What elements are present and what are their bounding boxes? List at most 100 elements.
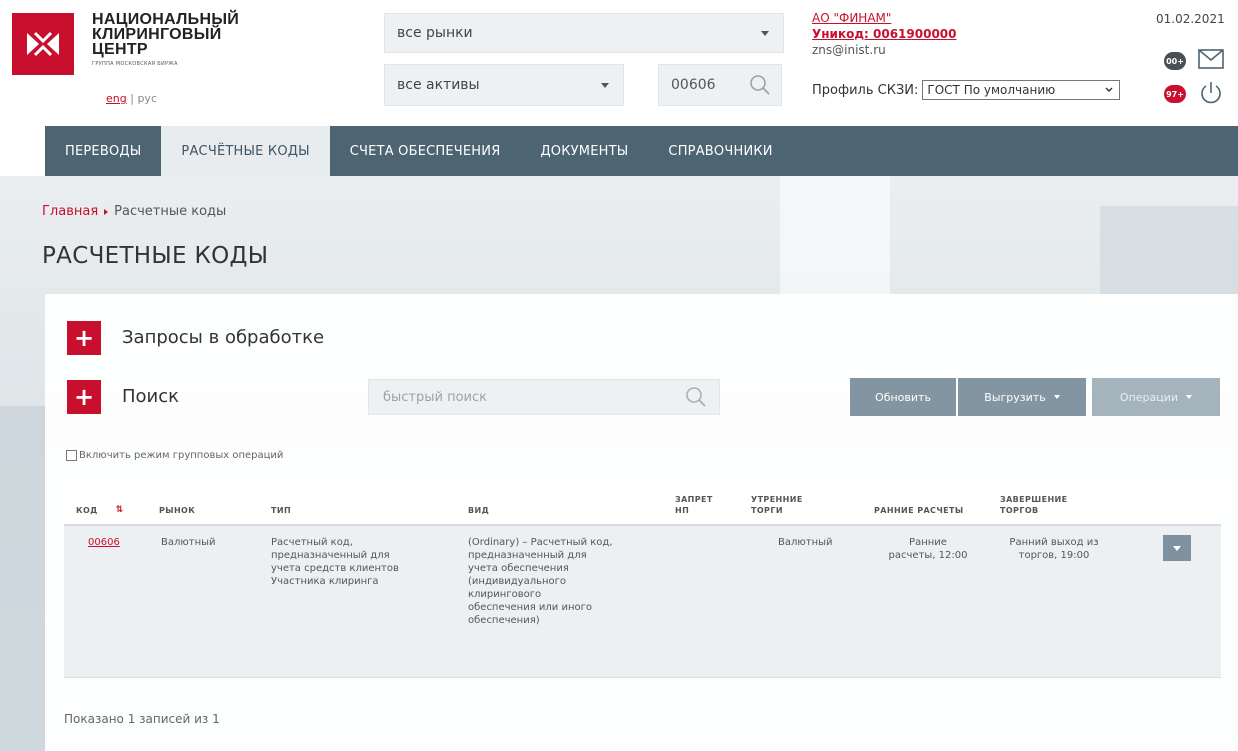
row-kind-line: клирингового: [468, 589, 542, 600]
col-header-close[interactable]: ЗАВЕРШЕНИЕ ТОРГОВ: [1000, 480, 1068, 524]
page-title: РАСЧЕТНЫЕ КОДЫ: [42, 243, 269, 269]
requests-section-label: Запросы в обработке: [122, 327, 325, 348]
col-header-market[interactable]: РЫНОК: [159, 480, 195, 524]
group-mode-checkbox[interactable]: [66, 450, 77, 461]
nav-directories[interactable]: СПРАВОЧНИКИ: [648, 126, 792, 176]
logo-subtitle: ГРУППА МОСКОВСКАЯ БИРЖА: [92, 61, 178, 67]
bg-decor: [780, 176, 890, 296]
row-type: Расчетный код, предназначенный для учета…: [271, 536, 451, 588]
refresh-button[interactable]: Обновить: [850, 378, 956, 416]
lang-rus-link[interactable]: рус: [137, 92, 157, 105]
alerts-badge[interactable]: 97+: [1164, 85, 1186, 103]
breadcrumb-current: Расчетные коды: [114, 204, 227, 219]
logo-line-3: ЦЕНТР: [92, 41, 148, 58]
skzi-label: Профиль СКЗИ:: [812, 82, 919, 98]
table-row: 00606 Валютный Расчетный код, предназнач…: [64, 526, 1221, 678]
col-header-close-line1: ЗАВЕРШЕНИЕ: [1000, 495, 1068, 504]
col-header-early[interactable]: РАННИЕ РАСЧЕТЫ: [874, 480, 964, 524]
account-email: zns@inist.ru: [812, 43, 886, 57]
chevron-down-icon: [601, 83, 609, 88]
nav-documents[interactable]: ДОКУМЕНТЫ: [520, 126, 648, 176]
col-header-type-label: ТИП: [271, 506, 292, 515]
nav-transfers[interactable]: ПЕРЕВОДЫ: [45, 126, 161, 176]
sort-icon[interactable]: ⇅: [116, 505, 124, 516]
market-select[interactable]: все рынки: [384, 13, 784, 53]
mail-icon[interactable]: [1198, 49, 1224, 69]
row-market: Валютный: [161, 537, 216, 548]
power-icon[interactable]: [1199, 80, 1223, 106]
col-header-code-label: КОД: [76, 506, 98, 515]
row-close-line: Ранний выход из: [1009, 537, 1099, 548]
bg-decor: [0, 406, 45, 751]
export-button-label: Выгрузить: [984, 390, 1046, 404]
col-header-ban-np-line1: ЗАПРЕТ: [675, 495, 713, 504]
breadcrumb-arrow-icon: [104, 208, 109, 215]
chevron-down-icon: [1105, 87, 1113, 92]
col-header-kind[interactable]: ВИД: [468, 480, 489, 524]
group-mode-label[interactable]: Включить режим групповых операций: [79, 450, 283, 461]
row-early-line: Ранние: [909, 537, 947, 548]
notifications-badge[interactable]: 00+: [1164, 52, 1186, 70]
row-morning: Валютный: [778, 537, 833, 548]
account-info: АО "ФИНАМ" Уникод: 0061900000 zns@inist.…: [812, 10, 1132, 58]
nav-settlement-codes[interactable]: РАСЧЁТНЫЕ КОДЫ: [161, 126, 330, 176]
export-button[interactable]: Выгрузить: [958, 378, 1086, 416]
breadcrumb-home-link[interactable]: Главная: [42, 204, 98, 219]
code-search-input[interactable]: 00606: [658, 64, 782, 106]
row-close-line: торгов, 19:00: [1018, 550, 1090, 561]
row-early: Ранние расчеты, 12:00: [872, 536, 984, 562]
content-panel: + Запросы в обработке + Поиск быстрый по…: [45, 294, 1238, 751]
account-unicode-link[interactable]: Уникод: 0061900000: [812, 26, 1132, 42]
search-icon[interactable]: [685, 386, 707, 408]
col-header-kind-label: ВИД: [468, 506, 490, 515]
col-header-morning-line2: ТОРГИ: [751, 506, 783, 515]
row-type-line: Расчетный код,: [271, 537, 353, 548]
lang-eng-link[interactable]: eng: [106, 92, 127, 105]
row-kind-line: учета обеспечения: [468, 563, 569, 574]
col-header-code[interactable]: КОД ⇅: [76, 480, 124, 524]
chevron-down-icon: [1186, 395, 1193, 399]
col-header-morning[interactable]: УТРЕННИЕ ТОРГИ: [751, 480, 803, 524]
asset-select[interactable]: все активы: [384, 64, 624, 106]
row-actions-button[interactable]: [1163, 535, 1191, 561]
expand-search-button[interactable]: +: [67, 380, 101, 414]
chevron-down-icon: [761, 31, 769, 36]
expand-requests-button[interactable]: +: [67, 321, 101, 355]
row-kind: (Ordinary) – Расчетный код, предназначен…: [468, 536, 668, 627]
language-switch: eng | рус: [106, 92, 157, 105]
search-icon[interactable]: [749, 74, 771, 96]
nav-collateral-accounts[interactable]: СЧЕТА ОБЕСПЕЧЕНИЯ: [330, 126, 521, 176]
account-name-link[interactable]: АО "ФИНАМ": [812, 10, 1132, 26]
asset-select-value: все активы: [397, 77, 480, 93]
skzi-select-value: ГОСТ По умолчанию: [927, 83, 1056, 97]
refresh-button-label: Обновить: [875, 390, 931, 404]
logo-line-2: КЛИРИНГОВЫЙ: [92, 26, 222, 43]
col-header-ban-np[interactable]: ЗАПРЕТ НП: [675, 480, 713, 524]
row-kind-line: (Ordinary) – Расчетный код,: [468, 537, 613, 548]
chevron-down-icon: [1173, 545, 1181, 551]
col-header-morning-line1: УТРЕННИЕ: [751, 495, 803, 504]
logo-line-1: НАЦИОНАЛЬНЫЙ: [92, 11, 240, 28]
row-code-link[interactable]: 00606: [88, 536, 120, 549]
row-early-line: расчеты, 12:00: [888, 550, 968, 561]
chevron-down-icon: [1053, 395, 1060, 399]
breadcrumb: Главная Расчетные коды: [42, 204, 226, 219]
col-header-type[interactable]: ТИП: [271, 480, 291, 524]
col-header-early-label: РАННИЕ РАСЧЕТЫ: [874, 506, 964, 515]
code-search-value: 00606: [671, 77, 716, 93]
table-header: КОД ⇅ РЫНОК ТИП ВИД ЗАПРЕТ НП УТРЕННИЕ Т…: [64, 480, 1221, 526]
col-header-close-line2: ТОРГОВ: [1000, 506, 1039, 515]
skzi-profile: Профиль СКЗИ: ГОСТ По умолчанию: [812, 80, 1121, 100]
skzi-profile-select[interactable]: ГОСТ По умолчанию: [922, 80, 1121, 100]
operations-button[interactable]: Операции: [1092, 378, 1220, 416]
nkc-logo[interactable]: [12, 13, 74, 75]
col-header-ban-np-line2: НП: [675, 506, 690, 515]
quick-search-input[interactable]: быстрый поиск: [368, 379, 720, 415]
lang-separator: |: [130, 92, 134, 105]
row-kind-line: обеспечения или иного: [468, 602, 593, 613]
plus-icon: +: [73, 383, 95, 411]
row-kind-line: предназначенный для: [468, 550, 587, 561]
operations-button-label: Операции: [1119, 390, 1179, 404]
market-select-value: все рынки: [397, 25, 473, 41]
current-date: 01.02.2021: [1156, 12, 1225, 26]
